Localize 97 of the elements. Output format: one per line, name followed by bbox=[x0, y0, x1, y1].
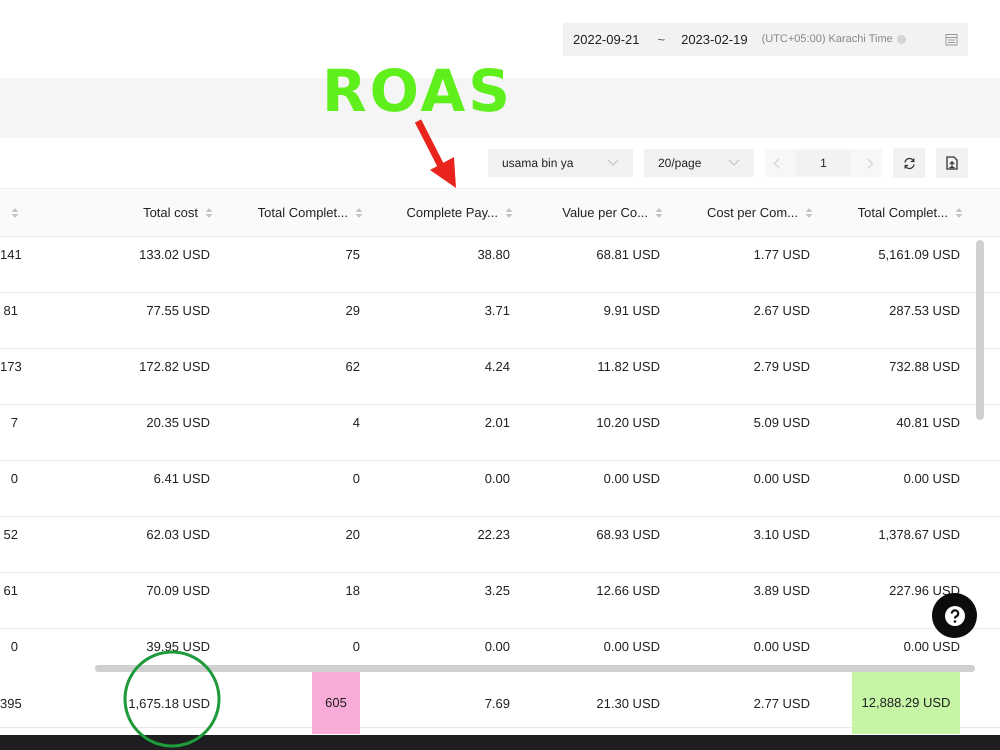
table-cell: 68.81 USD bbox=[596, 247, 660, 262]
summary-cell: 21.30 USD bbox=[596, 696, 660, 710]
table-cell: 0.00 bbox=[484, 471, 510, 486]
sort-icon[interactable] bbox=[205, 206, 213, 218]
sort-icon[interactable] bbox=[655, 206, 663, 218]
table-cell: 2.01 bbox=[484, 415, 510, 430]
summary-cell: 2.77 USD bbox=[754, 696, 810, 710]
table-cell: 68.93 USD bbox=[596, 527, 660, 542]
calendar-icon[interactable] bbox=[945, 32, 958, 46]
column-header[interactable]: Cost per Com... bbox=[706, 205, 798, 220]
chevron-left-icon[interactable] bbox=[773, 158, 780, 168]
table-cell: 70.09 USD bbox=[146, 583, 210, 598]
table-cell: 61 bbox=[4, 583, 18, 598]
refresh-button[interactable] bbox=[893, 148, 925, 178]
table-cell: 3.10 USD bbox=[754, 527, 810, 542]
table-cell: 22.23 bbox=[477, 527, 510, 542]
sort-icon[interactable] bbox=[955, 206, 963, 218]
table-cell: 62 bbox=[346, 359, 360, 374]
table-cell: 1,378.67 USD bbox=[878, 527, 960, 542]
table-cell: 12.66 USD bbox=[596, 583, 660, 598]
table-cell: 75 bbox=[346, 247, 360, 262]
table-cell: 4.24 bbox=[484, 359, 510, 374]
summary-cell: 1,675.18 USD bbox=[128, 696, 210, 710]
column-header[interactable]: Total cost bbox=[143, 205, 198, 220]
table-cell: 0 bbox=[10, 471, 18, 486]
table-cell: 5,161.09 USD bbox=[878, 247, 960, 262]
table-cell: 172.82 USD bbox=[139, 359, 210, 374]
export-button[interactable] bbox=[936, 148, 968, 178]
table-cell: 0.00 USD bbox=[604, 639, 660, 654]
summary-cell: 7.69 bbox=[484, 696, 510, 710]
table-cell: 52 bbox=[4, 527, 18, 542]
table-cell: 18 bbox=[346, 583, 360, 598]
table-cell: 6.41 USD bbox=[154, 471, 210, 486]
sort-icon[interactable] bbox=[11, 206, 19, 218]
chevron-right-icon[interactable] bbox=[867, 158, 874, 168]
column-header[interactable]: Complete Pay... bbox=[406, 205, 498, 220]
horizontal-scrollbar[interactable] bbox=[95, 665, 975, 672]
column-header[interactable]: Total Complet... bbox=[258, 205, 348, 220]
table-cell: 173 bbox=[0, 359, 22, 374]
table-cell: 0.00 USD bbox=[604, 471, 660, 486]
help-icon bbox=[944, 604, 966, 626]
page-size-select[interactable]: 20/page bbox=[644, 149, 754, 177]
end-date[interactable]: 2023-02-19 bbox=[681, 32, 748, 46]
table-cell: 39.95 USD bbox=[146, 639, 210, 654]
account-select[interactable]: usama bin ya bbox=[488, 149, 633, 177]
start-date[interactable]: 2022-09-21 bbox=[573, 32, 640, 46]
table-cell: 0.00 USD bbox=[754, 471, 810, 486]
info-icon bbox=[896, 34, 906, 44]
page-number-field[interactable]: 1 bbox=[796, 150, 851, 176]
table-cell: 732.88 USD bbox=[889, 359, 960, 374]
table-cell: 3.89 USD bbox=[754, 583, 810, 598]
table-cell: 40.81 USD bbox=[896, 415, 960, 430]
table-cell: 5.09 USD bbox=[754, 415, 810, 430]
table-cell: 141 bbox=[0, 247, 22, 262]
table-cell: 0.00 bbox=[484, 639, 510, 654]
sort-icon[interactable] bbox=[505, 206, 513, 218]
table-cell: 1.77 USD bbox=[754, 247, 810, 262]
sort-icon[interactable] bbox=[805, 206, 813, 218]
table-cell: 2.67 USD bbox=[754, 303, 810, 318]
table-cell: 11.82 USD bbox=[597, 359, 660, 374]
table-cell: 0 bbox=[352, 639, 360, 654]
table-cell: 20 bbox=[346, 527, 360, 542]
chevron-down-icon bbox=[728, 159, 740, 167]
summary-cell: 395 bbox=[0, 696, 22, 710]
column-header[interactable]: Value per Co... bbox=[562, 205, 648, 220]
table-cell: 3.25 bbox=[484, 583, 510, 598]
table-cell: 7 bbox=[10, 415, 18, 430]
chevron-down-icon bbox=[607, 159, 619, 167]
table-cell: 20.35 USD bbox=[146, 415, 210, 430]
export-icon bbox=[946, 156, 958, 170]
table-cell: 62.03 USD bbox=[146, 527, 210, 542]
table-cell: 81 bbox=[4, 303, 18, 318]
refresh-icon bbox=[902, 156, 916, 170]
table-cell: 77.55 USD bbox=[146, 303, 210, 318]
table-cell: 0.00 USD bbox=[904, 639, 960, 654]
table-cell: 9.91 USD bbox=[604, 303, 660, 318]
table-cell: 0.00 USD bbox=[904, 471, 960, 486]
table-cell: 0 bbox=[10, 639, 18, 654]
vertical-scrollbar[interactable] bbox=[976, 240, 984, 420]
table-cell: 4 bbox=[352, 415, 360, 430]
annotation-title: ROAS bbox=[322, 62, 514, 120]
date-range-picker[interactable]: 2022-09-21 ~ 2023-02-19 (UTC+05:00) Karachi Time bbox=[563, 22, 968, 56]
table-cell: 2.79 USD bbox=[754, 359, 810, 374]
table-cell: 3.71 bbox=[484, 303, 510, 318]
table-cell: 287.53 USD bbox=[889, 303, 960, 318]
highlighted-total: 605 bbox=[312, 670, 360, 734]
range-separator: ~ bbox=[658, 32, 666, 46]
sort-icon[interactable] bbox=[355, 206, 363, 218]
table-cell: 0 bbox=[352, 471, 360, 486]
table-cell: 0.00 USD bbox=[754, 639, 810, 654]
table-cell: 29 bbox=[346, 303, 360, 318]
highlighted-total: 12,888.29 USD bbox=[852, 670, 960, 734]
timezone-label: (UTC+05:00) Karachi Time bbox=[762, 33, 893, 45]
column-header[interactable]: Total Complet... bbox=[858, 205, 948, 220]
table-cell: 38.80 bbox=[477, 247, 510, 262]
table-cell: 10.20 USD bbox=[596, 415, 660, 430]
table-cell: 133.02 USD bbox=[139, 247, 210, 262]
